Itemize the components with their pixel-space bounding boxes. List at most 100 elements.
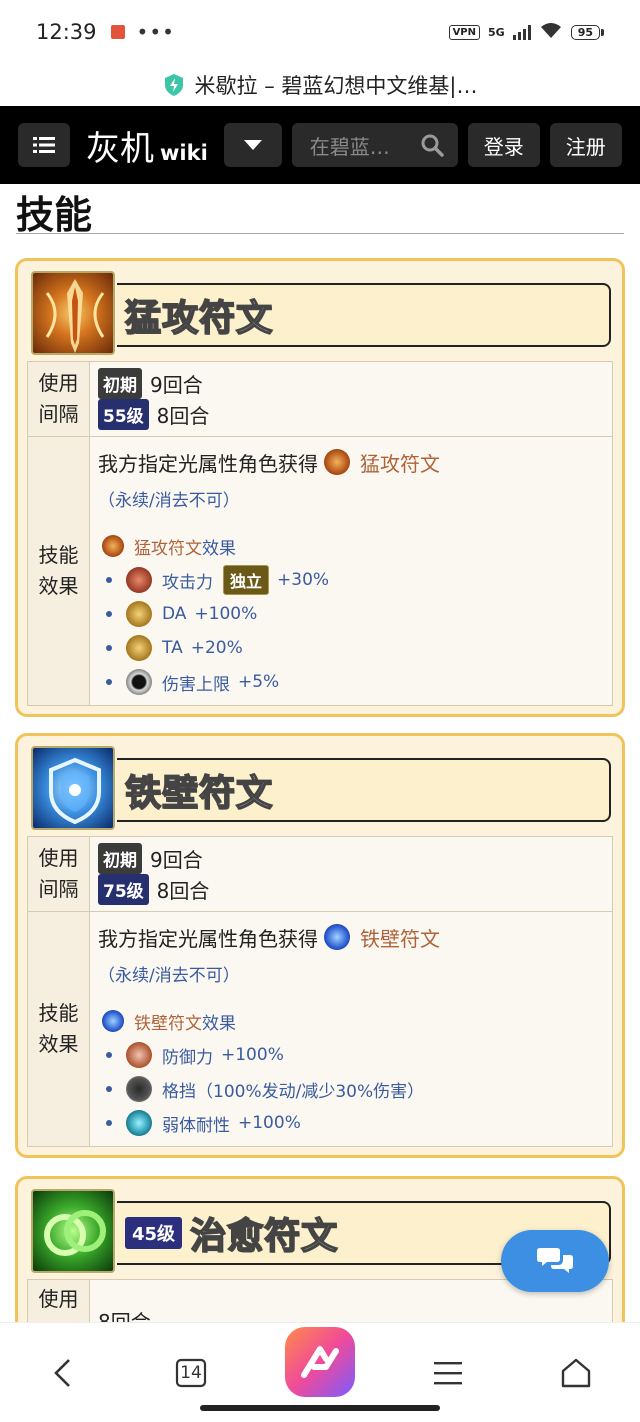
login-button[interactable]: 登录 — [467, 123, 540, 167]
chat-bubbles-icon — [537, 1248, 573, 1273]
skill-card: 猛攻符文 使用 间隔 初期 9回合 55级 8回合 技能 效果 我方指定光属性角色获得 … — [15, 258, 625, 717]
skill-header: 猛攻符文 — [27, 271, 613, 361]
status-note: （永续/消去不可） — [98, 490, 240, 511]
skill-card: 铁壁符文 使用 间隔 初期 9回合 75级 8回合 技能 效果 我方指定光属性角色获得 … — [15, 733, 625, 1158]
home-indicator — [200, 1405, 440, 1411]
wifi-icon — [539, 21, 563, 44]
list-item: 格挡（100%发动/减少30%伤害） — [98, 1072, 604, 1106]
list-item: 伤害上限 +5% — [98, 665, 604, 699]
list-item: 防御力 +100% — [98, 1038, 604, 1072]
skill-name-box: 猛攻符文 — [117, 283, 611, 347]
interval-value: 8回合 — [156, 404, 210, 428]
mi-app-icon — [110, 25, 125, 39]
buff-value: +100% — [221, 1045, 284, 1065]
search-icon[interactable] — [420, 133, 444, 157]
buff-name[interactable]: DA — [162, 604, 186, 624]
independent-tag: 独立 — [223, 565, 270, 595]
rune-status-icon — [102, 535, 124, 557]
buff-name[interactable]: TA — [162, 638, 183, 658]
status-link[interactable]: 猛攻符文 — [134, 534, 202, 559]
interval-row: 使用 间隔 初期 9回合 75级 8回合 — [28, 837, 612, 911]
skill-1-icon — [31, 271, 115, 355]
status-bar: 12:39 ••• VPN 5G 95 — [0, 0, 640, 64]
search-input[interactable]: 在碧蓝… — [291, 123, 458, 167]
effect-row: 技能 效果 我方指定光属性角色获得 猛攻符文 （永续/消去不可） 猛攻符文 效果 攻… — [28, 436, 612, 705]
article-content: 技能 猛攻符文 使用 间隔 初期 9回合 55级 8回合 技能 效果 我方指定光… — [0, 184, 640, 1322]
buff-value: +100% — [238, 1113, 301, 1133]
interval-value: 8回合 — [98, 1310, 151, 1322]
interval-row: 使用 间隔 初期 9回合 55级 8回合 — [28, 362, 612, 436]
stage-tag: 初期 — [98, 843, 142, 874]
buff-name[interactable]: 弱体耐性 — [162, 1111, 230, 1136]
status-note: （永续/消去不可） — [98, 965, 240, 986]
rune-status-icon — [324, 449, 350, 475]
damage-cap-icon — [126, 669, 152, 695]
skill-2-icon — [31, 746, 115, 830]
divider — [16, 233, 624, 234]
interval-value: 8回合 — [156, 879, 210, 903]
vpn-icon: VPN — [448, 24, 480, 40]
tabs-count: 14 — [180, 1363, 202, 1383]
stage-tag: 初期 — [98, 368, 142, 399]
caret-down-icon — [243, 140, 262, 150]
status-link[interactable]: 铁壁符文 — [134, 1009, 202, 1034]
status-link[interactable]: 铁壁符文 — [360, 923, 440, 952]
comments-button[interactable] — [501, 1230, 609, 1292]
effect-suffix: 效果 — [202, 1013, 236, 1034]
home-button[interactable] — [546, 1343, 606, 1403]
buff-list: 攻击力 独立 +30% DA +100% TA +20% 伤害上限 +5% — [98, 563, 604, 699]
buff-name[interactable]: 伤害上限 — [162, 670, 230, 695]
skill-table: 使用 间隔 初期 9回合 55级 8回合 技能 效果 我方指定光属性角色获得 猛攻符文 … — [27, 361, 613, 706]
buff-value: +5% — [238, 672, 280, 692]
effect-text: 我方指定光属性角色获得 — [98, 451, 318, 476]
skill-name: 铁壁符文 — [124, 772, 274, 815]
interval-label: 使用 间隔 — [28, 362, 90, 436]
browser-home-logo-button[interactable] — [285, 1327, 355, 1397]
skill-name-box: 铁壁符文 — [117, 758, 611, 822]
skill-name: 猛攻符文 — [124, 297, 274, 340]
skill-header: 铁壁符文 — [27, 746, 613, 836]
interval-label: 使用 — [28, 1280, 90, 1322]
tabs-button[interactable]: 14 — [161, 1343, 221, 1403]
more-notifications-icon: ••• — [136, 20, 175, 44]
debuff-res-icon — [126, 1110, 152, 1136]
list-item: 攻击力 独立 +30% — [98, 563, 604, 597]
block-icon — [126, 1076, 152, 1102]
status-effect-heading: 猛攻符文 效果 — [98, 529, 604, 563]
menu-button[interactable] — [18, 123, 70, 167]
back-button[interactable] — [32, 1343, 92, 1403]
buff-value: +30% — [277, 570, 330, 590]
list-item: DA +100% — [98, 597, 604, 631]
search-placeholder: 在碧蓝… — [309, 134, 390, 159]
effect-label: 技能 效果 — [28, 437, 90, 705]
effect-text: 我方指定光属性角色获得 — [98, 926, 318, 951]
network-type: 5G — [488, 25, 505, 39]
skill-table: 使用 间隔 初期 9回合 75级 8回合 技能 效果 我方指定光属性角色获得 铁壁符文 … — [27, 836, 613, 1147]
buff-name[interactable]: 格挡（100%发动/减少30%伤害） — [162, 1077, 424, 1102]
url-bar[interactable]: 米歇拉 – 碧蓝幻想中文维基|… — [0, 64, 640, 106]
site-logo[interactable]: 灰机 wiki — [86, 121, 208, 170]
clock: 12:39 — [36, 20, 97, 44]
menu-button[interactable] — [418, 1343, 478, 1403]
section-heading: 技能 — [16, 193, 93, 237]
buff-name[interactable]: 防御力 — [162, 1043, 213, 1068]
status-effect-heading: 铁壁符文 效果 — [98, 1004, 604, 1038]
sword-up-icon — [126, 567, 152, 593]
effect-row: 技能 效果 我方指定光属性角色获得 铁壁符文 （永续/消去不可） 铁壁符文 效果 防… — [28, 911, 612, 1146]
buff-name[interactable]: 攻击力 — [162, 568, 213, 593]
secure-shield-icon — [164, 74, 183, 96]
signal-icon — [512, 24, 531, 40]
register-button[interactable]: 注册 — [549, 123, 622, 167]
skill-name: 治愈符文 — [189, 1215, 339, 1258]
level-tag: 55级 — [98, 399, 149, 430]
page-title: 米歇拉 – 碧蓝幻想中文维基|… — [194, 74, 478, 98]
shield-up-icon — [126, 1042, 152, 1068]
list-menu-icon — [33, 137, 55, 153]
list-item: TA +20% — [98, 631, 604, 665]
interval-value: 9回合 — [150, 848, 203, 872]
buff-value: +100% — [194, 604, 258, 624]
level-badge: 45级 — [125, 1217, 183, 1249]
status-link[interactable]: 猛攻符文 — [360, 448, 440, 477]
chevron-left-icon — [54, 1359, 70, 1387]
dropdown-button[interactable] — [223, 123, 282, 167]
